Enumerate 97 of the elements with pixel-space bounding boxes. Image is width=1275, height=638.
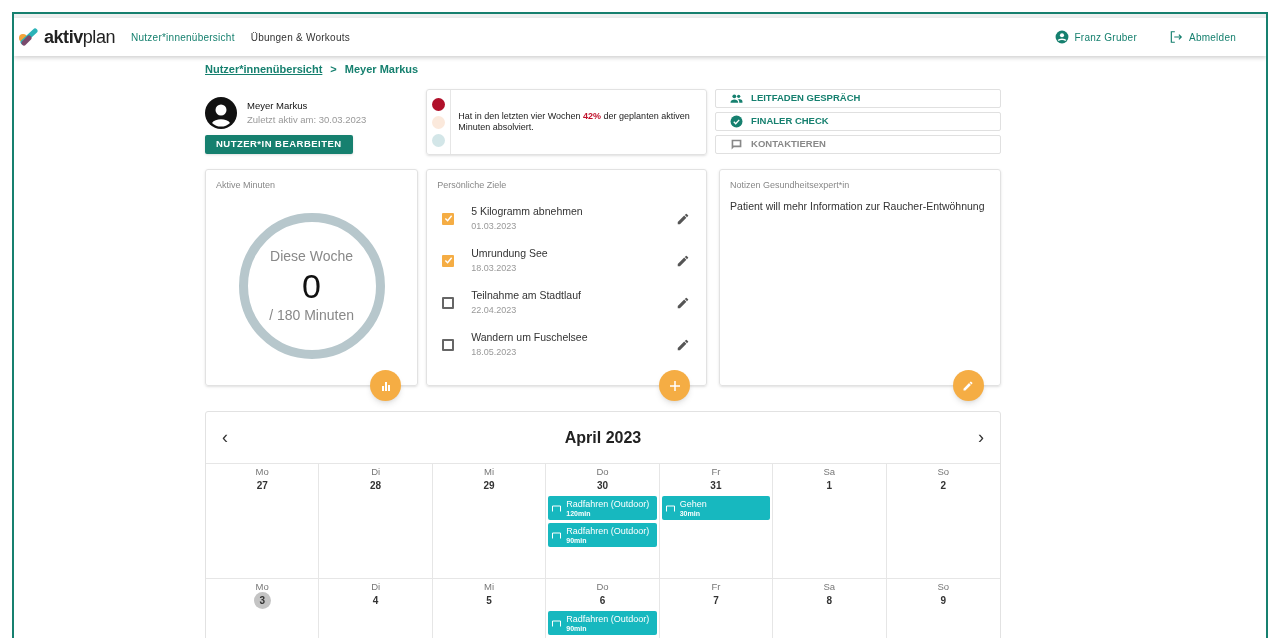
event-title: Radfahren (Outdoor) <box>566 613 650 625</box>
pencil-icon[interactable] <box>676 253 691 268</box>
activity-icon <box>552 531 562 539</box>
day-number: 3 <box>253 592 271 609</box>
calendar-day[interactable]: Sa 8 <box>773 579 887 638</box>
last-active-text: Zuletzt aktiv am: 30.03.2023 <box>247 113 367 127</box>
pencil-icon[interactable] <box>676 295 691 310</box>
activity-icon <box>552 504 562 512</box>
weekday-label: So <box>937 581 950 592</box>
weekday-label: Do <box>596 581 609 592</box>
weekday-label: Sa <box>823 581 836 592</box>
logo-text: aktivplan <box>44 25 115 49</box>
weekday-label: Fr <box>711 581 721 592</box>
goal-date: 18.03.2023 <box>471 261 518 275</box>
logout-button[interactable]: Abmelden <box>1168 29 1236 45</box>
activity-icon <box>665 504 675 512</box>
calendar-day[interactable]: Di 28 <box>319 464 433 578</box>
day-number: 7 <box>712 593 720 608</box>
check-circle-icon <box>730 115 744 128</box>
ring-caption: Diese Woche <box>270 246 354 266</box>
ring-value: 0 <box>302 266 322 305</box>
day-number: 6 <box>598 593 607 608</box>
goal-title: Wandern um Fuschelsee <box>471 329 588 345</box>
goal-checkbox[interactable] <box>442 254 455 267</box>
goal-date: 22.04.2023 <box>471 303 518 317</box>
weekday-label: Fr <box>711 466 721 477</box>
nav-link[interactable]: Übungen & Workouts <box>250 29 351 45</box>
logo[interactable]: aktivplan <box>18 23 115 51</box>
day-number: 4 <box>371 593 380 608</box>
breadcrumb-link[interactable]: Nutzer*innenübersicht <box>205 60 323 78</box>
pencil-icon[interactable] <box>676 211 691 226</box>
weekday-label: Mo <box>255 466 269 477</box>
breadcrumb-separator: > <box>330 61 337 77</box>
goal-date: 01.03.2023 <box>471 219 518 233</box>
calendar-day[interactable]: Mi 29 <box>432 464 547 578</box>
day-number: 1 <box>825 478 834 493</box>
day-number: 31 <box>709 478 723 493</box>
plus-icon <box>669 380 680 391</box>
goal-title: Teilnahme am Stadtlauf <box>471 287 581 303</box>
breadcrumb-current: Meyer Markus <box>344 61 419 77</box>
weekday-label: Mi <box>484 581 495 592</box>
notes-text: Patient will mehr Information zur Raucher-Entwöhnung <box>729 198 986 214</box>
bar-chart-icon <box>380 380 391 391</box>
goal-date: 18.05.2023 <box>471 345 518 359</box>
goal-title: Umrundung See <box>471 245 548 261</box>
event-title: Radfahren (Outdoor) <box>566 498 650 510</box>
account-icon <box>1054 30 1069 44</box>
event-title: Radfahren (Outdoor) <box>566 525 650 537</box>
day-number: 2 <box>939 478 948 493</box>
day-number: 5 <box>485 593 493 608</box>
logout-icon <box>1168 30 1183 44</box>
card-title: Persönliche Ziele <box>436 179 508 192</box>
activity-icon <box>552 619 562 627</box>
weekday-label: Di <box>371 466 381 477</box>
goal-checkbox[interactable] <box>442 296 455 309</box>
edit-user-button[interactable]: NUTZER*IN BEARBEITEN <box>205 135 353 154</box>
chat-icon <box>730 138 744 151</box>
profile-name: Meyer Markus <box>247 98 309 113</box>
goal-title: 5 Kilogramm abnehmen <box>471 203 583 219</box>
calendar-day[interactable]: Mo 3 <box>206 579 320 638</box>
nav-link[interactable]: Nutzer*innenübersicht <box>131 29 235 45</box>
calendar-day[interactable]: Fr 7 <box>659 579 774 638</box>
day-number: 27 <box>255 478 269 493</box>
weekday-label: Di <box>371 581 381 592</box>
goal-checkbox[interactable] <box>442 338 455 351</box>
previous-month-button[interactable]: ‹ <box>222 424 228 451</box>
day-number: 9 <box>939 593 948 608</box>
status-text: Hat in den letzten vier Wochen 42% der geplanten aktiven Minuten absolviert. <box>457 111 691 133</box>
weekday-label: Do <box>596 466 609 477</box>
people-icon <box>730 92 744 105</box>
day-number: 8 <box>825 593 834 608</box>
user-button[interactable]: Franz Gruber <box>1054 29 1137 45</box>
card-title: Notizen Gesundheitsexpert*in <box>729 179 851 192</box>
next-month-button[interactable]: › <box>978 424 984 451</box>
action-button[interactable]: LEITFADEN GESPRÄCH <box>715 89 1001 108</box>
ring-goal: / 180 Minuten <box>269 305 354 325</box>
calendar-day[interactable]: So 2 <box>886 464 1000 578</box>
avatar-icon <box>205 97 237 129</box>
day-number: 28 <box>369 478 383 493</box>
day-number: 29 <box>482 478 496 493</box>
action-button[interactable]: FINALER CHECK <box>715 112 1001 131</box>
weekday-label: So <box>937 466 950 477</box>
day-number: 30 <box>595 478 610 493</box>
calendar-title: April 2023 <box>564 427 642 448</box>
goal-checkbox[interactable] <box>442 212 455 225</box>
pencil-icon <box>962 379 975 392</box>
calendar-day[interactable]: Sa 1 <box>773 464 887 578</box>
weekday-label: Mi <box>484 466 495 477</box>
weekday-label: Mo <box>255 581 269 592</box>
calendar-day[interactable]: Mo 27 <box>206 464 320 578</box>
event-title: Gehen <box>679 498 707 510</box>
calendar-day[interactable]: Di 4 <box>319 579 433 638</box>
calendar-day[interactable]: So 9 <box>886 579 1000 638</box>
pencil-icon[interactable] <box>676 337 691 352</box>
calendar-day[interactable]: Mi 5 <box>432 579 547 638</box>
weekday-label: Sa <box>823 466 836 477</box>
card-title: Aktive Minuten <box>215 179 277 192</box>
